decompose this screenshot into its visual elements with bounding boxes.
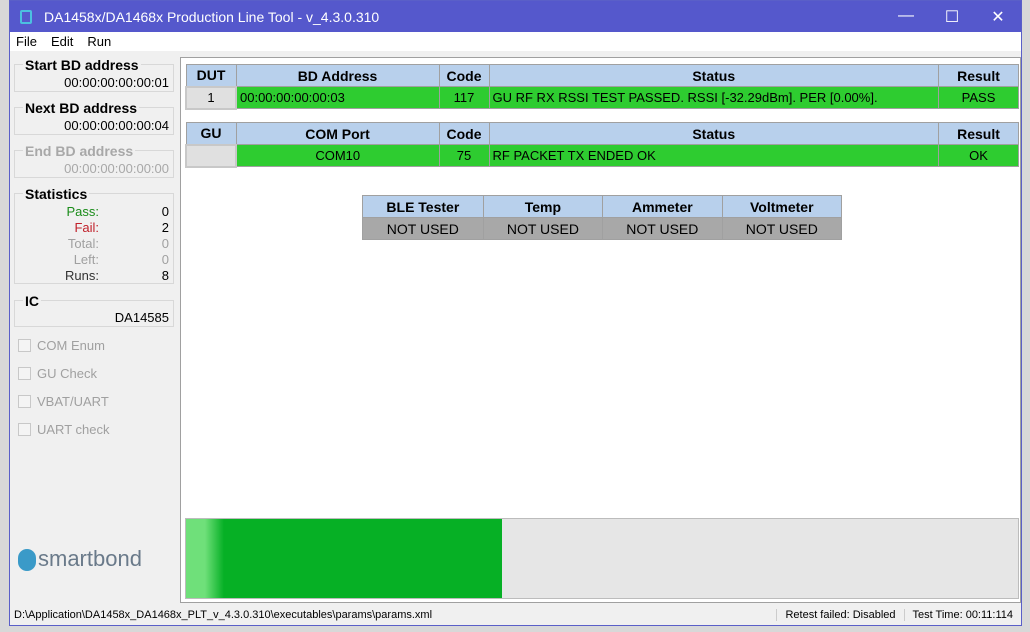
column-header: Temp [482, 195, 604, 218]
checkbox-label: GU Check [37, 366, 97, 381]
menu-run[interactable]: Run [87, 34, 111, 49]
table-cell: PASS [938, 86, 1019, 109]
column-header: BLE Tester [362, 195, 484, 218]
maximize-button[interactable]: ☐ [929, 7, 975, 27]
params-path: D:\Application\DA1458x_DA1468x_PLT_v_4.3… [14, 609, 433, 621]
menu-bar: File Edit Run [10, 32, 1021, 51]
column-header: Status [488, 64, 939, 87]
stat-row: Fail: 2 [15, 220, 173, 236]
start-bd-group: Start BD address 00:00:00:00:00:01 [14, 57, 174, 92]
column-header: GU [185, 122, 237, 145]
next-bd-group: Next BD address 00:00:00:00:00:04 [14, 100, 174, 135]
stat-row: Total: 0 [15, 236, 173, 252]
end-bd-label: End BD address [23, 143, 136, 159]
ic-group: IC DA14585 [14, 293, 174, 327]
minimize-button[interactable]: — [883, 7, 929, 27]
checkbox-label: VBAT/UART [37, 394, 109, 409]
statistics-group: Statistics Pass: 0 Fail: 2 Total: 0 Left: 0 Runs… [14, 186, 174, 284]
table-cell: NOT USED [482, 217, 604, 240]
ic-value: DA14585 [114, 310, 169, 325]
column-header: Voltmeter [721, 195, 843, 218]
table-cell: GU RF RX RSSI TEST PASSED. RSSI [-32.29d… [488, 86, 939, 109]
smartbond-logo: smartbond [18, 546, 142, 572]
gu-check-checkbox[interactable]: GU Check [18, 366, 97, 381]
table-cell: 1 [185, 85, 237, 110]
stat-label: Runs: [65, 268, 99, 283]
table-row: 1 00:00:00:00:00:03 117 GU RF RX RSSI TEST … [185, 85, 1019, 110]
stat-row: Left: 0 [15, 252, 173, 268]
table-cell [185, 143, 237, 168]
retest-status: Retest failed: Disabled [776, 609, 903, 621]
vbat-uart-checkbox[interactable]: VBAT/UART [18, 394, 109, 409]
stat-value: 0 [161, 236, 169, 251]
stat-value: 2 [161, 220, 169, 235]
stat-row: Pass: 0 [15, 204, 173, 220]
column-header: Result [938, 64, 1019, 87]
progress-fill [186, 519, 503, 598]
next-bd-value: 00:00:00:00:00:04 [64, 118, 169, 133]
com-enum-checkbox[interactable]: COM Enum [18, 338, 105, 353]
column-header: Result [938, 122, 1019, 145]
column-header: Code [438, 122, 490, 145]
stat-value: 0 [161, 204, 169, 219]
table-cell: 00:00:00:00:00:03 [235, 86, 440, 109]
column-header: Ammeter [602, 195, 723, 218]
checkbox-label: UART check [37, 422, 110, 437]
ic-label: IC [23, 293, 41, 309]
window-title: DA1458x/DA1468x Production Line Tool - v… [44, 8, 380, 25]
table-cell: NOT USED [362, 217, 484, 240]
app-icon [20, 9, 32, 24]
equipment-table: BLE Tester Temp Ammeter Voltmeter NOT USED N… [362, 195, 843, 240]
close-button[interactable]: ✕ [975, 7, 1021, 27]
stat-value: 0 [161, 252, 169, 267]
end-bd-value: 00:00:00:00:00:00 [64, 161, 169, 176]
column-header: COM Port [235, 122, 440, 145]
table-row: COM10 75 RF PACKET TX ENDED OK OK [185, 143, 1019, 168]
title-bar: DA1458x/DA1468x Production Line Tool - v… [10, 1, 1021, 32]
app-window: DA1458x/DA1468x Production Line Tool - v… [9, 0, 1022, 626]
menu-file[interactable]: File [16, 34, 37, 49]
column-header: Status [488, 122, 939, 145]
stat-row: Runs: 8 [15, 268, 173, 284]
dut-table: DUT BD Address Code Status Result 1 00:00:00:… [185, 64, 1019, 110]
table-cell: RF PACKET TX ENDED OK [488, 144, 939, 167]
stat-label: Total: [67, 236, 99, 251]
statistics-label: Statistics [23, 186, 90, 202]
table-cell: NOT USED [602, 217, 723, 240]
checkbox-label: COM Enum [37, 338, 105, 353]
next-bd-label: Next BD address [23, 100, 140, 116]
gu-table: GU COM Port Code Status Result COM10 75 RF PAC… [185, 122, 1019, 168]
table-cell: NOT USED [721, 217, 843, 240]
column-header: Code [438, 64, 490, 87]
table-cell: OK [938, 144, 1019, 167]
column-header: BD Address [235, 64, 440, 87]
stat-value: 8 [161, 268, 169, 283]
start-bd-value: 00:00:00:00:00:01 [64, 75, 169, 90]
stat-label: Left: [73, 252, 99, 267]
main-panel: DUT BD Address Code Status Result 1 00:00:00:… [180, 57, 1021, 603]
table-cell: 75 [438, 144, 490, 167]
stat-label: Fail: [74, 220, 99, 235]
test-time: Test Time: 00:11:114 [903, 609, 1021, 621]
uart-check-checkbox[interactable]: UART check [18, 422, 110, 437]
progress-bar [185, 518, 1019, 599]
end-bd-group: End BD address 00:00:00:00:00:00 [14, 143, 174, 178]
column-header: DUT [185, 64, 237, 87]
menu-edit[interactable]: Edit [51, 34, 73, 49]
table-cell: COM10 [235, 144, 440, 167]
status-bar: D:\Application\DA1458x_DA1468x_PLT_v_4.3… [10, 605, 1021, 625]
start-bd-label: Start BD address [23, 57, 141, 73]
table-cell: 117 [438, 86, 490, 109]
stat-label: Pass: [66, 204, 99, 219]
